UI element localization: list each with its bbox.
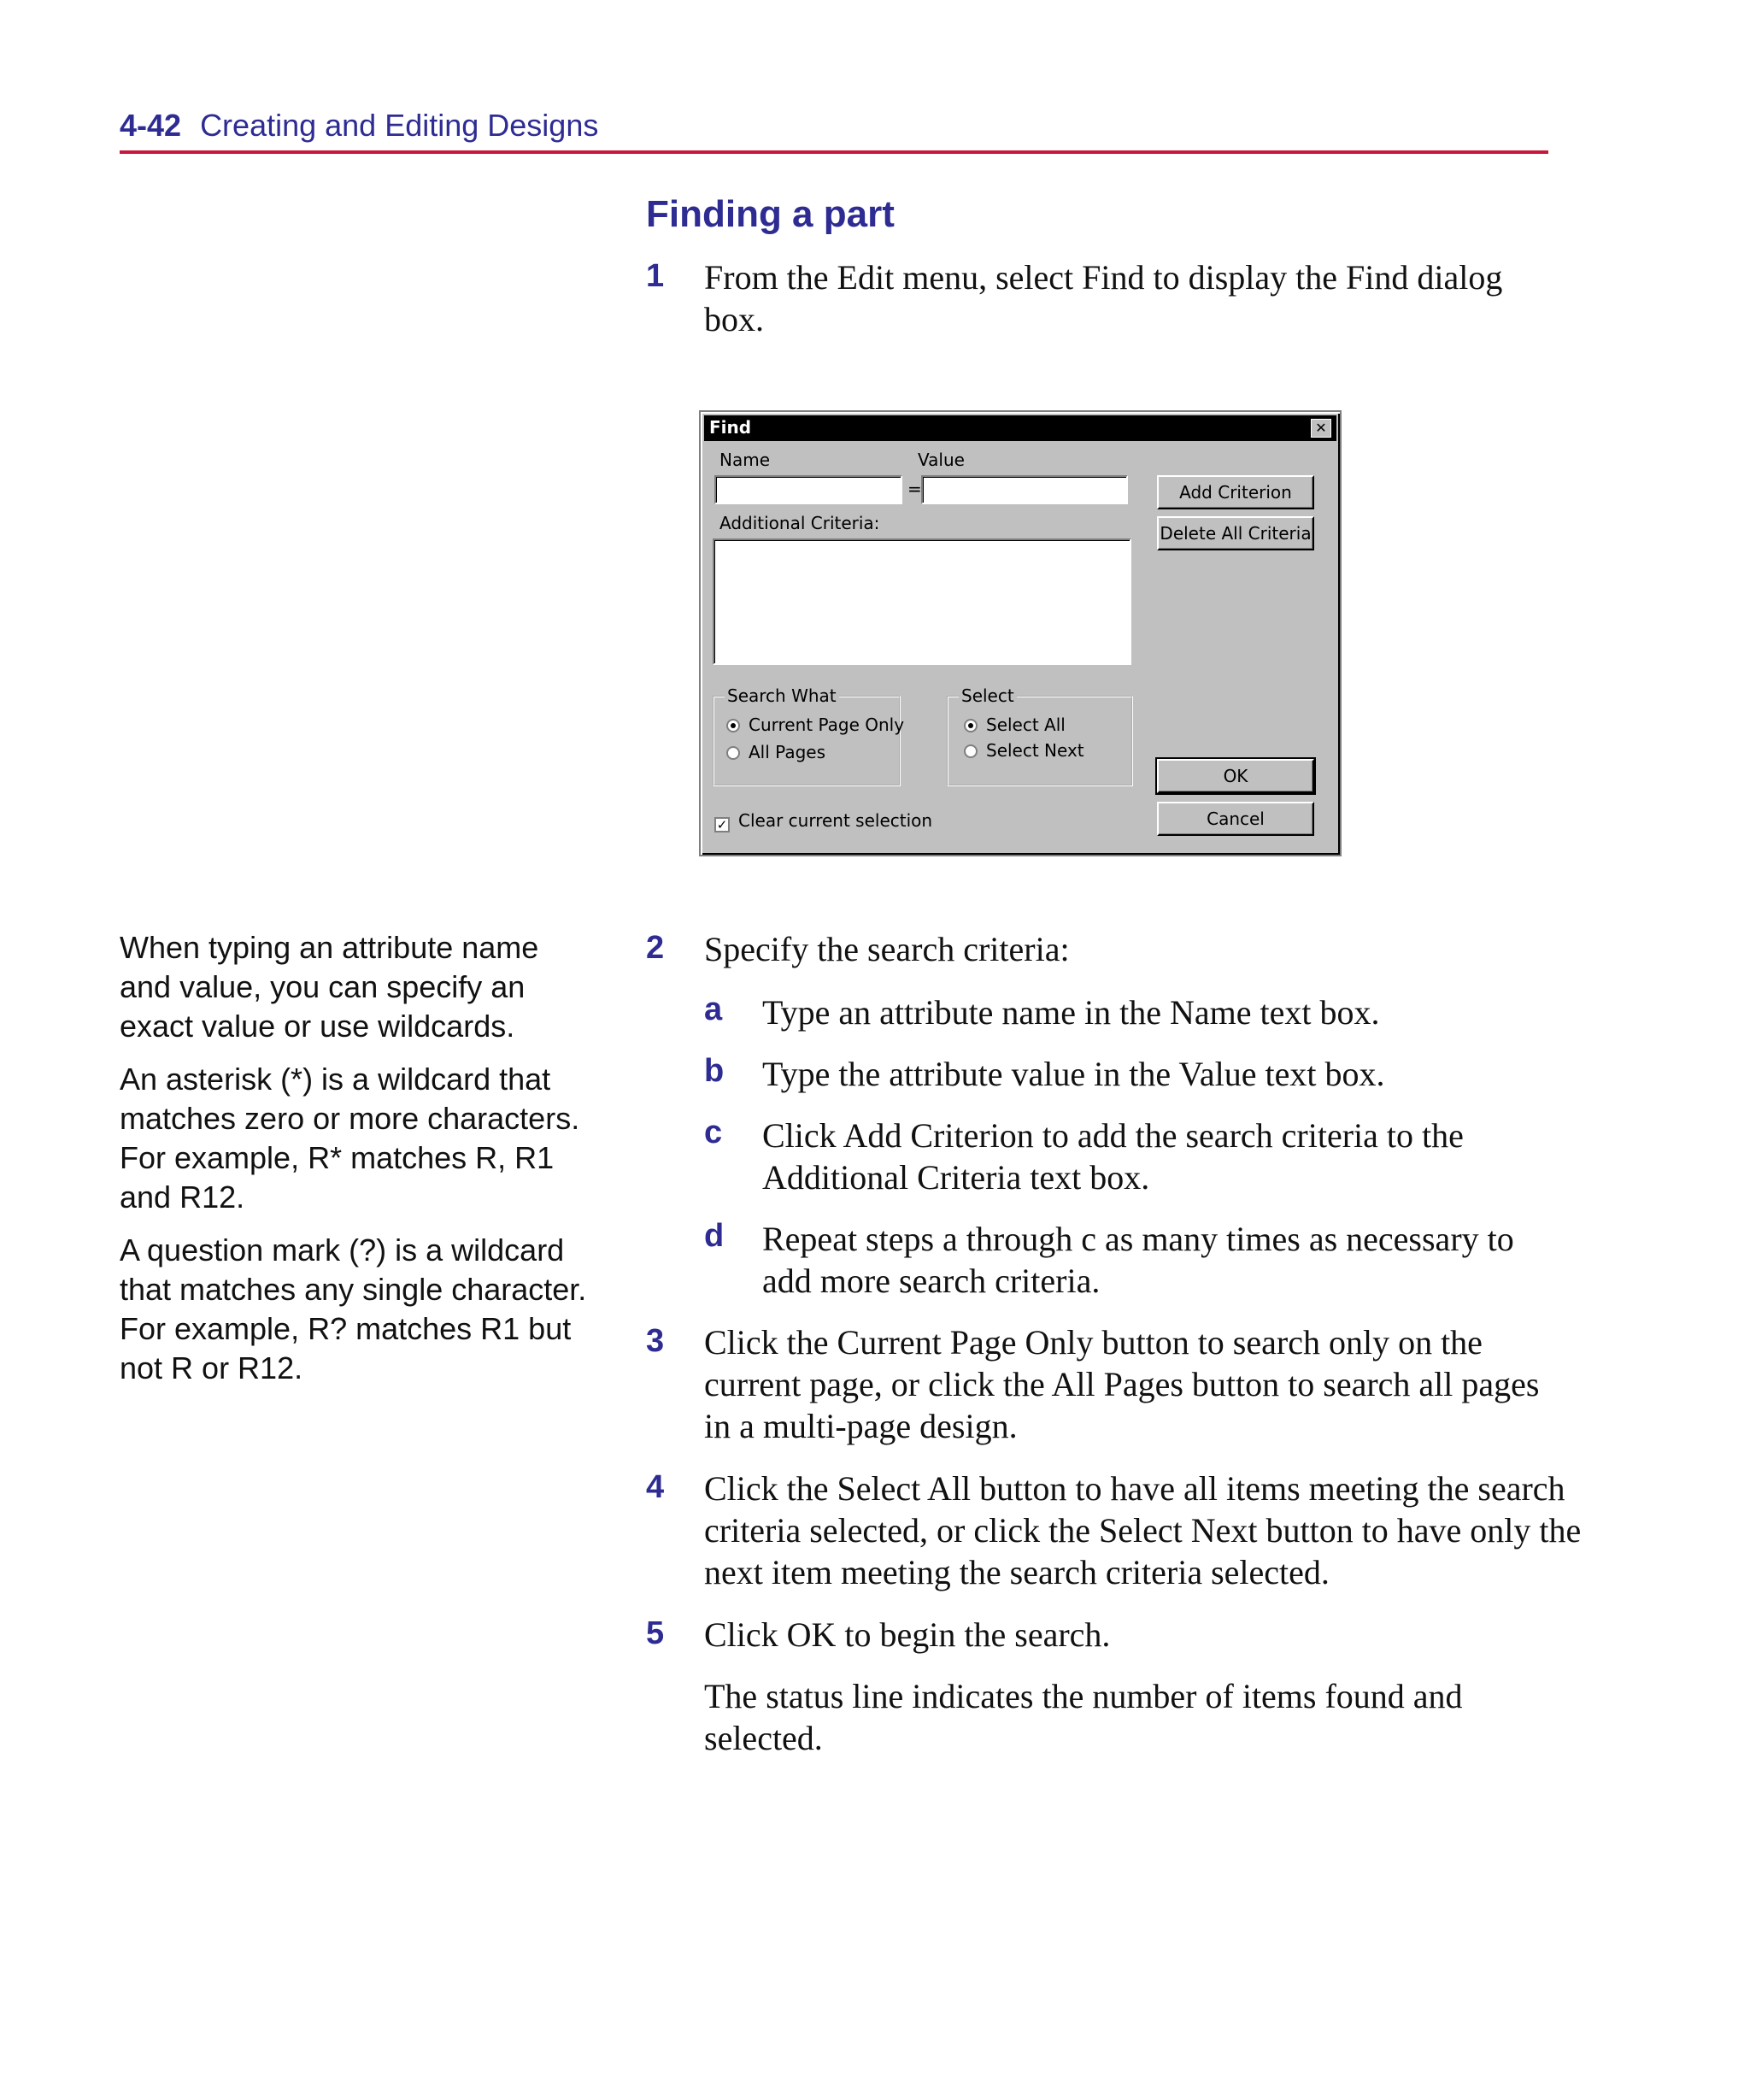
radio-label: All Pages — [749, 742, 825, 762]
name-input[interactable] — [714, 475, 902, 504]
sidebar-note-3: A question mark (?) is a wildcard that m… — [120, 1232, 587, 1385]
step-text: Click the Current Page Only button to se… — [704, 1323, 1540, 1445]
clear-selection-checkbox[interactable]: ✓ Clear current selection — [714, 810, 932, 832]
search-what-label: Search What — [725, 685, 839, 706]
checkbox-label: Clear current selection — [738, 810, 933, 831]
sidebar-note-1: When typing an attribute name and value,… — [120, 930, 539, 1044]
step-text: From the Edit menu, select Find to displ… — [704, 258, 1503, 338]
additional-criteria-box[interactable] — [713, 538, 1131, 665]
name-label: Name — [719, 450, 771, 470]
sidebar-note-2: An asterisk (*) is a wildcard that match… — [120, 1062, 580, 1215]
page-number: 4-42 — [120, 108, 182, 143]
delete-all-criteria-button[interactable]: Delete All Criteria — [1157, 516, 1314, 550]
dialog-title: Find — [709, 417, 752, 438]
select-label: Select — [959, 685, 1017, 706]
step-text: Click the Select All button to have all … — [704, 1469, 1582, 1591]
header-rule — [120, 150, 1548, 154]
substep-letter: c — [704, 1115, 723, 1150]
radio-label: Select All — [986, 715, 1066, 735]
radio-selected-icon — [964, 719, 978, 732]
close-icon[interactable]: ✕ — [1311, 419, 1331, 438]
find-dialog: Find ✕ Name Value = Additional Criteria:… — [699, 410, 1342, 856]
radio-select-next[interactable]: Select Next — [964, 740, 1084, 761]
ok-button[interactable]: OK — [1155, 757, 1316, 795]
radio-unselected-icon — [726, 746, 740, 760]
chapter-title: Creating and Editing Designs — [200, 108, 599, 143]
step-text: Click OK to begin the search. — [704, 1615, 1111, 1654]
add-criterion-button[interactable]: Add Criterion — [1157, 475, 1314, 509]
step-number: 2 — [646, 930, 665, 966]
header-text: 4-42 Creating and Editing Designs — [120, 108, 598, 144]
result-paragraph: The status line indicates the number of … — [704, 1677, 1463, 1757]
checkmark-icon: ✓ — [714, 817, 730, 832]
substep-letter: a — [704, 991, 723, 1027]
radio-label: Current Page Only — [749, 715, 905, 735]
substep-letter: d — [704, 1218, 725, 1254]
substep-text: Type an attribute name in the Name text … — [762, 993, 1380, 1032]
substep-text: Type the attribute value in the Value te… — [762, 1055, 1385, 1093]
substep-text: Click Add Criterion to add the search cr… — [762, 1116, 1464, 1197]
radio-unselected-icon — [964, 744, 978, 758]
step-number: 4 — [646, 1469, 665, 1505]
cancel-button[interactable]: Cancel — [1157, 802, 1314, 836]
select-group: Select Select All Select Next — [947, 685, 1133, 786]
equals-sign: = — [907, 479, 922, 499]
page-header: 4-42 Creating and Editing Designs — [120, 108, 1548, 154]
substep-text: Repeat steps a through c as many times a… — [762, 1220, 1514, 1300]
step-text: Specify the search criteria: — [704, 930, 1070, 968]
substep-letter: b — [704, 1053, 725, 1089]
additional-criteria-label: Additional Criteria: — [719, 513, 880, 533]
radio-label: Select Next — [986, 740, 1084, 761]
section-title: Finding a part — [646, 193, 895, 235]
step-number: 1 — [646, 258, 665, 294]
radio-selected-icon — [726, 719, 740, 732]
radio-all-pages[interactable]: All Pages — [726, 742, 825, 762]
step-number: 5 — [646, 1615, 665, 1651]
radio-current-page-only[interactable]: Current Page Only — [726, 715, 904, 735]
search-what-group: Search What Current Page Only All Pages — [713, 685, 904, 786]
value-input[interactable] — [921, 475, 1128, 504]
radio-select-all[interactable]: Select All — [964, 715, 1066, 735]
dialog-titlebar: Find ✕ — [704, 415, 1336, 441]
step-number: 3 — [646, 1323, 665, 1359]
value-label: Value — [918, 450, 965, 470]
